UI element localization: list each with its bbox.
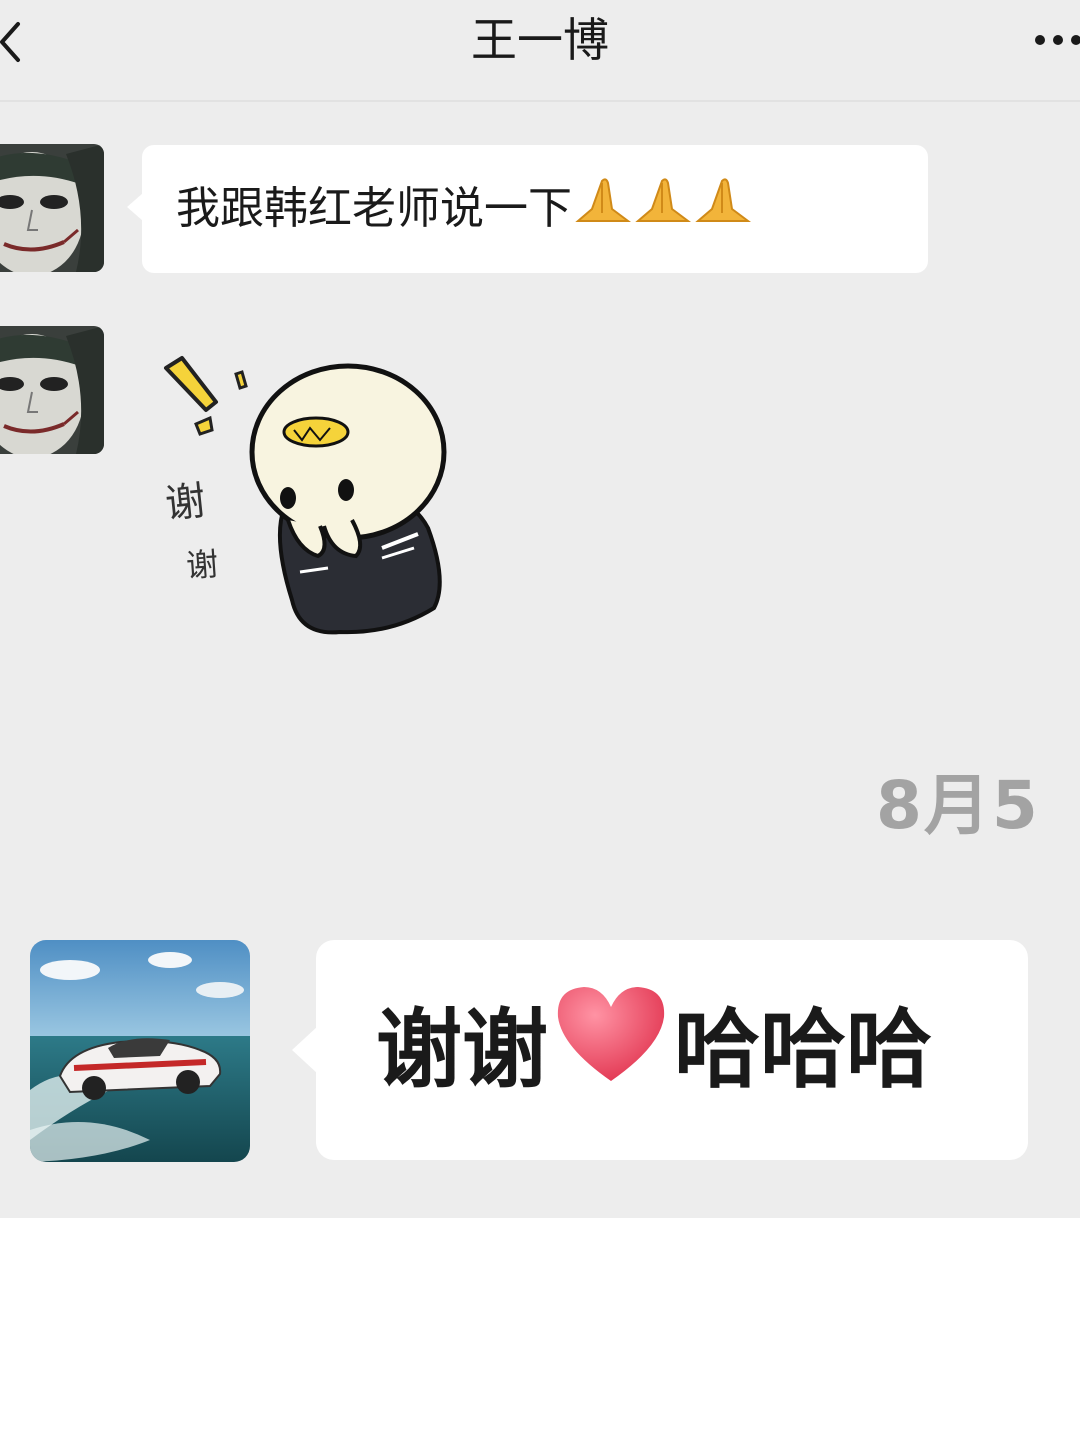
- contact-avatar[interactable]: [0, 326, 104, 454]
- message-bubble[interactable]: 我跟韩红老师说一下: [127, 145, 928, 273]
- message-timestamp: 8月5: [876, 767, 1040, 844]
- joker-avatar-icon: [0, 326, 104, 454]
- message-bubble[interactable]: 谢谢 哈哈哈: [292, 940, 1028, 1160]
- message-text: 谢谢 哈哈哈: [376, 986, 932, 1100]
- heart-icon: [548, 946, 674, 1166]
- folded-hands-icon: [692, 147, 752, 275]
- chat-header: 王一博: [0, 0, 1080, 102]
- chat-title: 王一博: [471, 13, 609, 67]
- message-text: 我跟韩红老师说一下: [176, 178, 752, 234]
- folded-hands-icon: [572, 147, 632, 275]
- more-options-button[interactable]: [1010, 20, 1080, 60]
- back-button[interactable]: [0, 10, 32, 70]
- sticker-caption: 谢: [163, 478, 208, 528]
- sticker-caption: 谢: [184, 544, 220, 586]
- folded-hands-icon: [632, 147, 692, 275]
- joker-avatar-icon: [0, 144, 104, 272]
- contact-avatar[interactable]: [0, 144, 104, 272]
- ellipsis-icon: [1035, 35, 1080, 45]
- car-avatar-icon: [30, 940, 250, 1162]
- contact-avatar[interactable]: [30, 940, 250, 1162]
- bottom-blank-area: [0, 1218, 1080, 1440]
- chevron-left-icon: [0, 22, 20, 62]
